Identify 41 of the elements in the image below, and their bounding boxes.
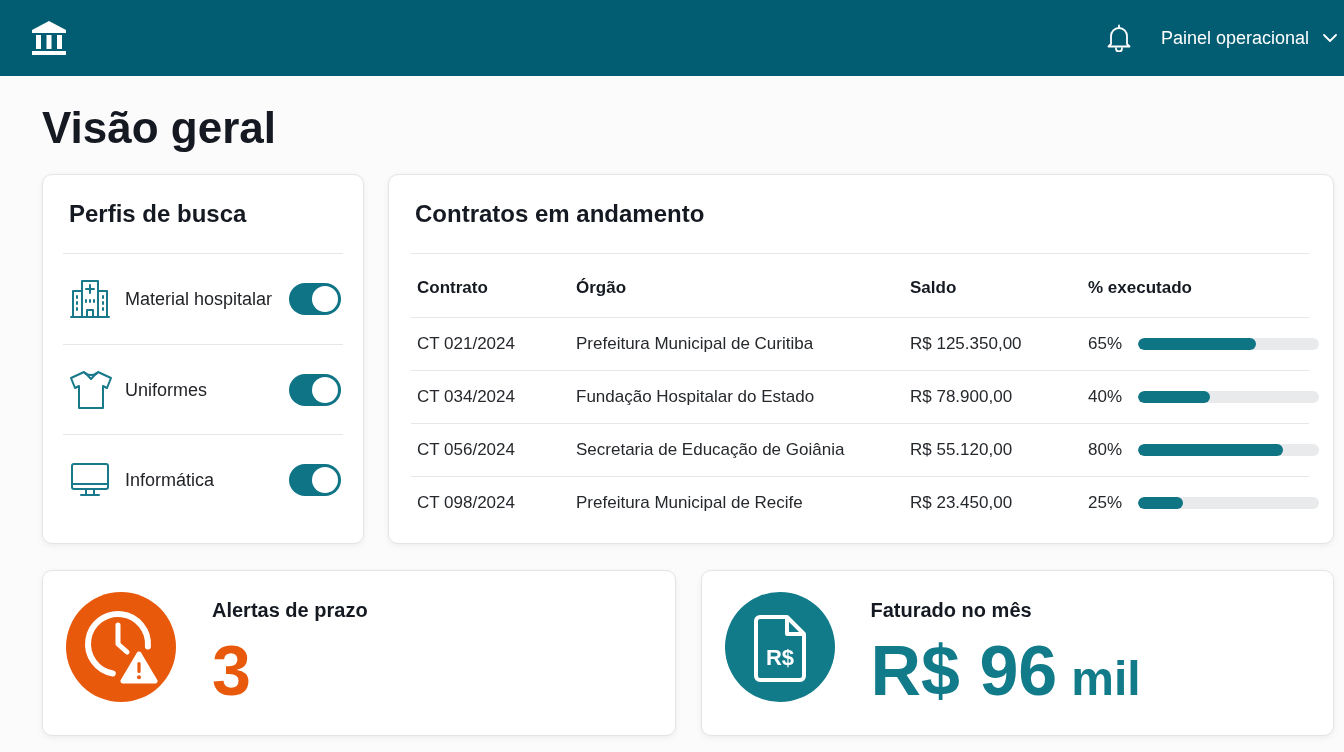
balance-amount: R$ 125.350,00	[910, 333, 1022, 353]
page-title: Visão geral	[42, 103, 277, 153]
percent-executed: 25%	[1088, 491, 1123, 514]
contract-number: CT 034/2024	[417, 386, 515, 406]
contract-number: CT 021/2024	[417, 333, 515, 353]
stat-label: Alertas de prazo	[212, 598, 368, 622]
card-title: Perfis de busca	[63, 175, 343, 254]
toggle-switch[interactable]	[289, 373, 341, 406]
agency-name: Prefeitura Municipal de Curitiba	[576, 333, 814, 353]
balance-amount: R$ 55.120,00	[910, 439, 1013, 459]
agency-name: Secretaria de Educação de Goiânia	[576, 439, 845, 459]
toggle-switch[interactable]	[289, 463, 341, 496]
column-header: % executado	[1088, 278, 1192, 298]
column-header: Órgão	[576, 278, 627, 298]
agency-name: Fundação Hospitalar do Estado	[576, 386, 815, 406]
column-header: Contrato	[417, 278, 488, 298]
percent-executed: 65%	[1088, 332, 1123, 355]
stat-value: R$ 96	[870, 636, 1058, 706]
t-shirt-icon	[68, 369, 114, 410]
balance-amount: R$ 23.450,00	[910, 492, 1013, 512]
columned-building-icon	[32, 21, 66, 55]
panel-menu-button[interactable]: Painel operacional	[1160, 26, 1337, 50]
profile-label: Informática	[125, 468, 215, 491]
card-title: Contratos em andamento	[411, 175, 1309, 254]
percent-executed: 80%	[1088, 438, 1123, 461]
contract-number: CT 098/2024	[417, 492, 515, 512]
document-currency-icon: R$	[724, 592, 835, 702]
stat-value: 3	[212, 636, 251, 706]
profile-label: Uniformes	[125, 378, 208, 401]
stat-unit: mil	[1071, 655, 1141, 703]
stat-label: Faturado no mês	[870, 598, 1033, 622]
contract-number: CT 056/2024	[417, 439, 515, 459]
column-header: Saldo	[910, 278, 957, 298]
hospital-building-icon	[70, 279, 110, 319]
percent-executed: 40%	[1088, 385, 1123, 408]
agency-name: Prefeitura Municipal de Recife	[576, 492, 803, 512]
balance-amount: R$ 78.900,00	[910, 386, 1013, 406]
notification-bell-icon[interactable]	[1106, 24, 1131, 52]
chevron-down-icon	[1323, 34, 1337, 42]
profile-label: Material hospitalar	[125, 288, 273, 310]
toggle-switch[interactable]	[289, 283, 341, 315]
